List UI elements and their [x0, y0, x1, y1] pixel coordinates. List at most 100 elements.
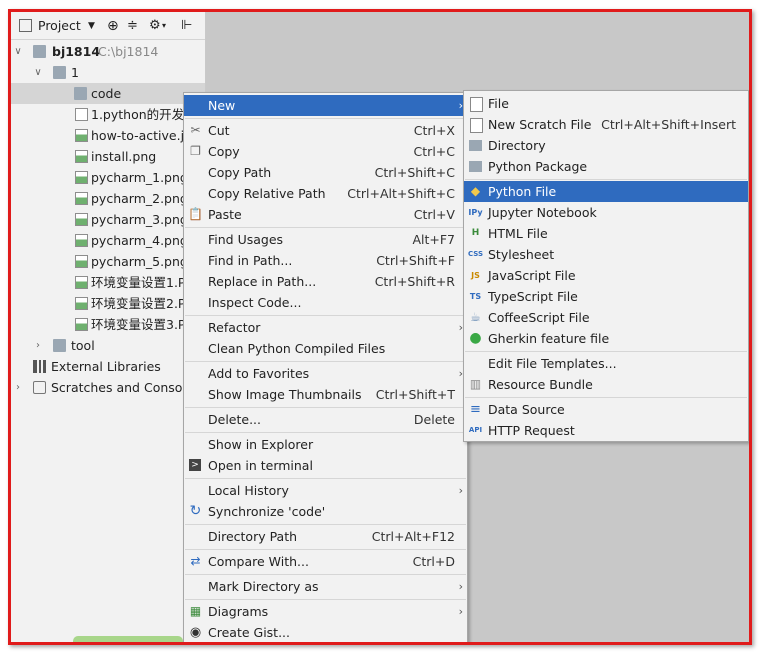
coffeescript-icon: ☕ [470, 310, 481, 324]
menu-item-directory-path[interactable]: Directory Path Ctrl+Alt+F12 [184, 526, 467, 547]
image-file-icon [75, 318, 88, 331]
menu-label: HTML File [488, 226, 548, 241]
new-http-request[interactable]: API HTTP Request [464, 420, 748, 441]
shortcut: Ctrl+Shift+R [374, 274, 455, 289]
new-html-file[interactable]: H HTML File [464, 223, 748, 244]
chevron-down-icon[interactable]: ▼ [88, 18, 95, 34]
separator [185, 315, 466, 316]
chevron-right-icon: › [458, 605, 463, 618]
menu-label: File [488, 96, 509, 111]
project-view-selector[interactable]: Project [38, 18, 81, 34]
shortcut: Ctrl+Shift+C [374, 165, 455, 180]
tree-external-label: External Libraries [51, 359, 161, 374]
folder-icon [74, 87, 87, 100]
new-scratch-file[interactable]: New Scratch File Ctrl+Alt+Shift+Insert [464, 114, 748, 135]
menu-item-copy-path[interactable]: Copy Path Ctrl+Shift+C [184, 162, 467, 183]
menu-label: Python File [488, 184, 557, 199]
separator [185, 361, 466, 362]
paste-icon: 📋 [188, 207, 203, 221]
menu-item-new[interactable]: New › [184, 95, 467, 116]
separator [185, 407, 466, 408]
project-view-icon [19, 19, 32, 32]
menu-item-find-usages[interactable]: Find Usages Alt+F7 [184, 229, 467, 250]
menu-item-local-history[interactable]: Local History › [184, 480, 467, 501]
menu-item-create-gist[interactable]: ◉ Create Gist... [184, 622, 467, 642]
menu-item-synchronize[interactable]: ↻ Synchronize 'code' [184, 501, 467, 522]
new-file[interactable]: File [464, 93, 748, 114]
menu-item-add-favorites[interactable]: Add to Favorites › [184, 363, 467, 384]
tree-file-label: 环境变量设置3.PN [91, 317, 195, 332]
menu-label: Mark Directory as [208, 579, 319, 594]
chevron-down-icon[interactable]: ∨ [13, 41, 23, 62]
scratches-icon [33, 381, 46, 394]
menu-label: Create Gist... [208, 625, 291, 640]
image-file-icon [75, 192, 88, 205]
javascript-icon: JS [471, 271, 480, 280]
typescript-icon: TS [469, 292, 482, 301]
tree-scratches-label: Scratches and Consoles [51, 380, 201, 395]
project-toolbar: Project ▼ ⊕ ≑ ⚙ ▾ ⊩ [11, 12, 205, 40]
menu-label: Replace in Path... [208, 274, 317, 289]
menu-item-delete[interactable]: Delete... Delete [184, 409, 467, 430]
new-jupyter-notebook[interactable]: IPy Jupyter Notebook [464, 202, 748, 223]
shortcut: Ctrl+C [413, 144, 455, 159]
chevron-right-icon: › [458, 580, 463, 593]
new-stylesheet[interactable]: CSS Stylesheet [464, 244, 748, 265]
shortcut: Ctrl+Alt+Shift+Insert [601, 117, 736, 132]
menu-item-inspect-code[interactable]: Inspect Code... [184, 292, 467, 313]
new-resource-bundle[interactable]: ▥ Resource Bundle [464, 374, 748, 395]
chevron-down-icon[interactable]: ∨ [33, 62, 43, 83]
scratch-file-icon [470, 118, 483, 133]
gear-icon[interactable]: ⚙ [149, 18, 161, 34]
tree-file-label: pycharm_2.png [91, 191, 188, 206]
diagram-icon: ▦ [189, 604, 202, 618]
menu-item-mark-directory[interactable]: Mark Directory as › [184, 576, 467, 597]
new-data-source[interactable]: ≡ Data Source [464, 399, 748, 420]
collapse-icon[interactable]: ≑ [127, 18, 138, 34]
tree-folder-code[interactable]: code [11, 83, 205, 104]
menu-item-refactor[interactable]: Refactor › [184, 317, 467, 338]
menu-item-compare-with[interactable]: ⇄ Compare With... Ctrl+D [184, 551, 467, 572]
new-directory[interactable]: Directory [464, 135, 748, 156]
edit-file-templates[interactable]: Edit File Templates... [464, 353, 748, 374]
new-gherkin-file[interactable]: ● Gherkin feature file [464, 328, 748, 349]
locate-icon[interactable]: ⊕ [107, 18, 119, 34]
image-file-icon [75, 213, 88, 226]
chevron-right-icon[interactable]: › [33, 335, 43, 356]
menu-item-thumbnails[interactable]: Show Image Thumbnails Ctrl+Shift+T [184, 384, 467, 405]
python-icon: ◆ [470, 184, 481, 198]
separator [185, 478, 466, 479]
menu-item-paste[interactable]: 📋 Paste Ctrl+V [184, 204, 467, 225]
gear-dropdown-icon[interactable]: ▾ [162, 18, 166, 34]
folder-icon [53, 339, 66, 352]
chevron-right-icon[interactable]: › [13, 377, 23, 398]
menu-item-clean[interactable]: Clean Python Compiled Files [184, 338, 467, 359]
hide-panel-icon[interactable]: ⊩ [181, 18, 192, 34]
new-coffeescript-file[interactable]: ☕ CoffeeScript File [464, 307, 748, 328]
menu-item-copy-relative-path[interactable]: Copy Relative Path Ctrl+Alt+Shift+C [184, 183, 467, 204]
tree-folder-label: code [91, 86, 122, 101]
new-python-file[interactable]: ◆ Python File [464, 181, 748, 202]
menu-item-copy[interactable]: ❐ Copy Ctrl+C [184, 141, 467, 162]
tree-root-path: C:\bj1814 [98, 44, 159, 59]
menu-item-find-in-path[interactable]: Find in Path... Ctrl+Shift+F [184, 250, 467, 271]
resource-bundle-icon: ▥ [469, 377, 482, 391]
menu-label: Find in Path... [208, 253, 293, 268]
new-typescript-file[interactable]: TS TypeScript File [464, 286, 748, 307]
scissors-icon: ✂ [190, 123, 201, 137]
new-python-package[interactable]: Python Package [464, 156, 748, 177]
menu-label: Inspect Code... [208, 295, 302, 310]
menu-item-replace-in-path[interactable]: Replace in Path... Ctrl+Shift+R [184, 271, 467, 292]
new-javascript-file[interactable]: JS JavaScript File [464, 265, 748, 286]
menu-item-show-explorer[interactable]: Show in Explorer [184, 434, 467, 455]
menu-label: Directory Path [208, 529, 298, 544]
shortcut: Ctrl+Alt+F12 [371, 529, 455, 544]
menu-item-diagrams[interactable]: ▦ Diagrams › [184, 601, 467, 622]
menu-item-cut[interactable]: ✂ Cut Ctrl+X [184, 120, 467, 141]
menu-label: Delete... [208, 412, 261, 427]
menu-label: Copy Path [208, 165, 272, 180]
css-icon: CSS [468, 250, 484, 258]
tree-file-label: pycharm_4.png [91, 233, 188, 248]
menu-item-open-terminal[interactable]: > Open in terminal [184, 455, 467, 476]
menu-label: Refactor [208, 320, 261, 335]
